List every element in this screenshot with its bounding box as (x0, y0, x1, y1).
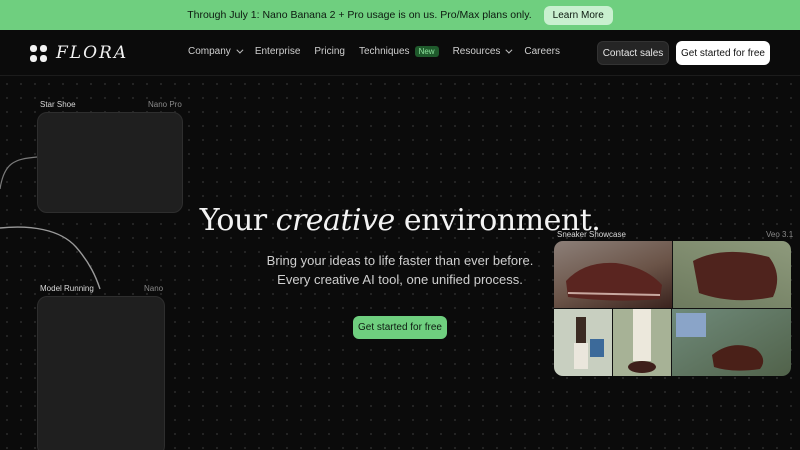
hero-get-started-button[interactable]: Get started for free (353, 316, 447, 339)
nav-pricing[interactable]: Pricing (314, 46, 345, 57)
new-badge: New (414, 46, 439, 57)
hero-title-emphasis: creative (275, 203, 396, 238)
gallery-image-model-action (672, 309, 791, 376)
gallery-image-sneaker-side (554, 241, 672, 308)
node-card-model-running[interactable] (37, 296, 165, 450)
nav-resources-label: Resources (452, 46, 501, 57)
node-model-star-shoe: Nano Pro (148, 100, 182, 109)
nav-techniques[interactable]: Techniques New (359, 46, 439, 57)
hero-title: Your creative environment. (0, 203, 800, 238)
hero-title-prefix: Your (199, 203, 276, 238)
nav-links: Company Enterprise Pricing Techniques Ne… (188, 46, 574, 57)
node-model-sneaker-showcase: Veo 3.1 (766, 230, 794, 239)
node-card-star-shoe[interactable] (37, 112, 183, 213)
gallery-image-model-running (554, 309, 612, 376)
nav-careers[interactable]: Careers (524, 46, 560, 57)
flora-logo[interactable]: FLORA (30, 43, 128, 63)
get-started-button[interactable]: Get started for free (676, 41, 770, 65)
chevron-down-icon (505, 46, 513, 54)
chevron-down-icon (236, 46, 244, 54)
sneaker-showcase-gallery[interactable] (554, 241, 791, 376)
gallery-image-sneaker-closeup (673, 241, 791, 308)
gallery-image-model-legs (613, 309, 671, 376)
promo-banner: Through July 1: Nano Banana 2 + Pro usag… (0, 0, 800, 30)
learn-more-button[interactable]: Learn More (543, 5, 613, 25)
nav-pricing-label: Pricing (314, 46, 345, 57)
logo-wordmark: FLORA (56, 43, 129, 63)
nav-careers-label: Careers (524, 46, 560, 57)
nav-enterprise[interactable]: Enterprise (255, 46, 301, 57)
nav-techniques-label: Techniques (358, 46, 410, 57)
nav-enterprise-label: Enterprise (254, 46, 301, 57)
node-label-sneaker-showcase: Sneaker Showcase (557, 230, 626, 239)
flora-logo-icon (30, 44, 47, 62)
nav-resources[interactable]: Resources (452, 46, 513, 57)
promo-text: Through July 1: Nano Banana 2 + Pro usag… (187, 9, 532, 21)
nav-company[interactable]: Company (188, 46, 244, 57)
node-label-star-shoe: Star Shoe (40, 100, 76, 109)
nav-company-label: Company (188, 46, 231, 57)
contact-sales-button[interactable]: Contact sales (597, 41, 669, 65)
